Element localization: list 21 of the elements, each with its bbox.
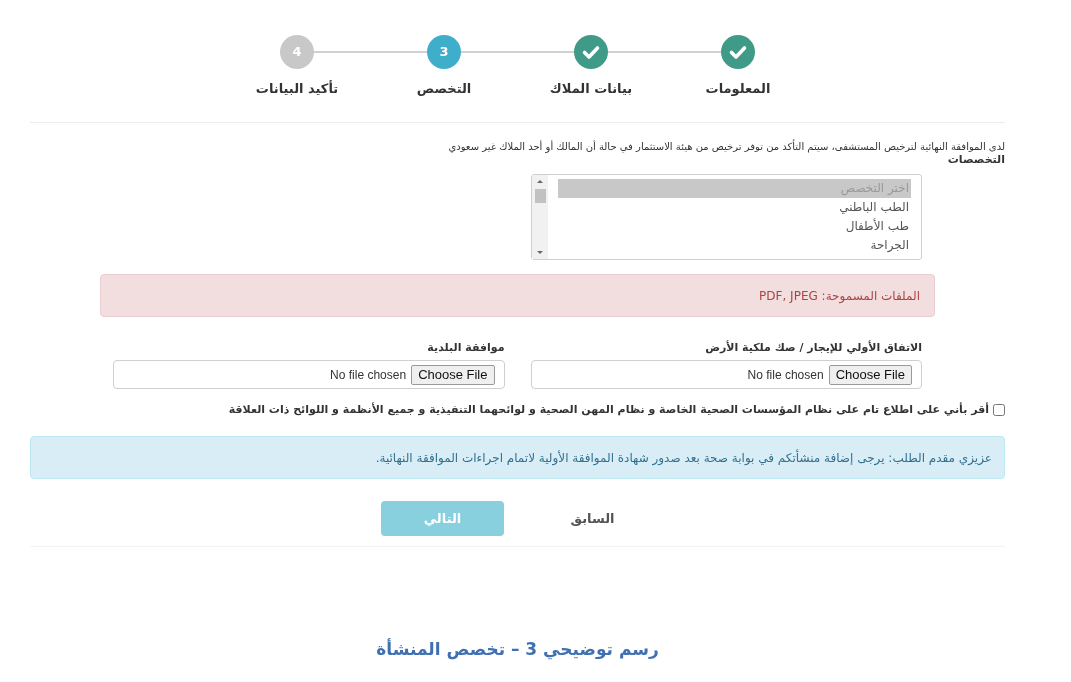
alert-text: الملفات المسموحة: PDF, JPEG xyxy=(759,287,920,305)
info-text: عزيزي مقدم الطلب: يرجى إضافة منشأتكم في بوابة صحة بعد صدور شهادة الموافقة الأولية لاتمام اجراءات الموافقة النهائية. xyxy=(375,448,992,467)
step-label: المعلومات xyxy=(705,80,771,98)
field-label: التخصصات xyxy=(947,153,1005,166)
listbox-option[interactable]: الطب الباطني xyxy=(557,198,911,217)
notice-text: لدى الموافقة النهائية لترخيص المستشفى، سيتم التأكد من توفر ترخيص من هيئة الاستثمار في حالة أن المالك أو أحد الملاك غير سعودي xyxy=(447,140,1005,153)
listbox-option[interactable]: طب الأطفال xyxy=(557,217,911,236)
step-label: التخصص xyxy=(416,80,472,98)
checkbox[interactable] xyxy=(993,404,1005,416)
listbox-option[interactable]: الجراحة xyxy=(557,236,911,255)
field-label: موافقة البلدية xyxy=(427,341,505,354)
figure-caption: رسم توضيحي 3 – تخصص المنشأة xyxy=(376,637,659,661)
step-label: تأكيد البيانات xyxy=(255,80,339,98)
previous-button[interactable]: السابق xyxy=(531,501,654,536)
step-number: 3 xyxy=(427,35,461,69)
file-status-text: No file chosen xyxy=(330,366,407,384)
field-label: الاتفاق الأولي للإيجار / صك ملكية الأرض xyxy=(705,341,922,354)
scrollbar[interactable] xyxy=(531,175,548,259)
step-label: بيانات الملاك xyxy=(549,80,633,98)
agreement-label: أقر بأني على اطلاع تام على نظام المؤسسات الصحية الخاصة و نظام المهن الصحية و لوائحهما التنفيذية و جميع الأنظمة و اللوائح ذات العلاقة xyxy=(228,402,989,418)
file-status-text: No file chosen xyxy=(747,366,824,384)
